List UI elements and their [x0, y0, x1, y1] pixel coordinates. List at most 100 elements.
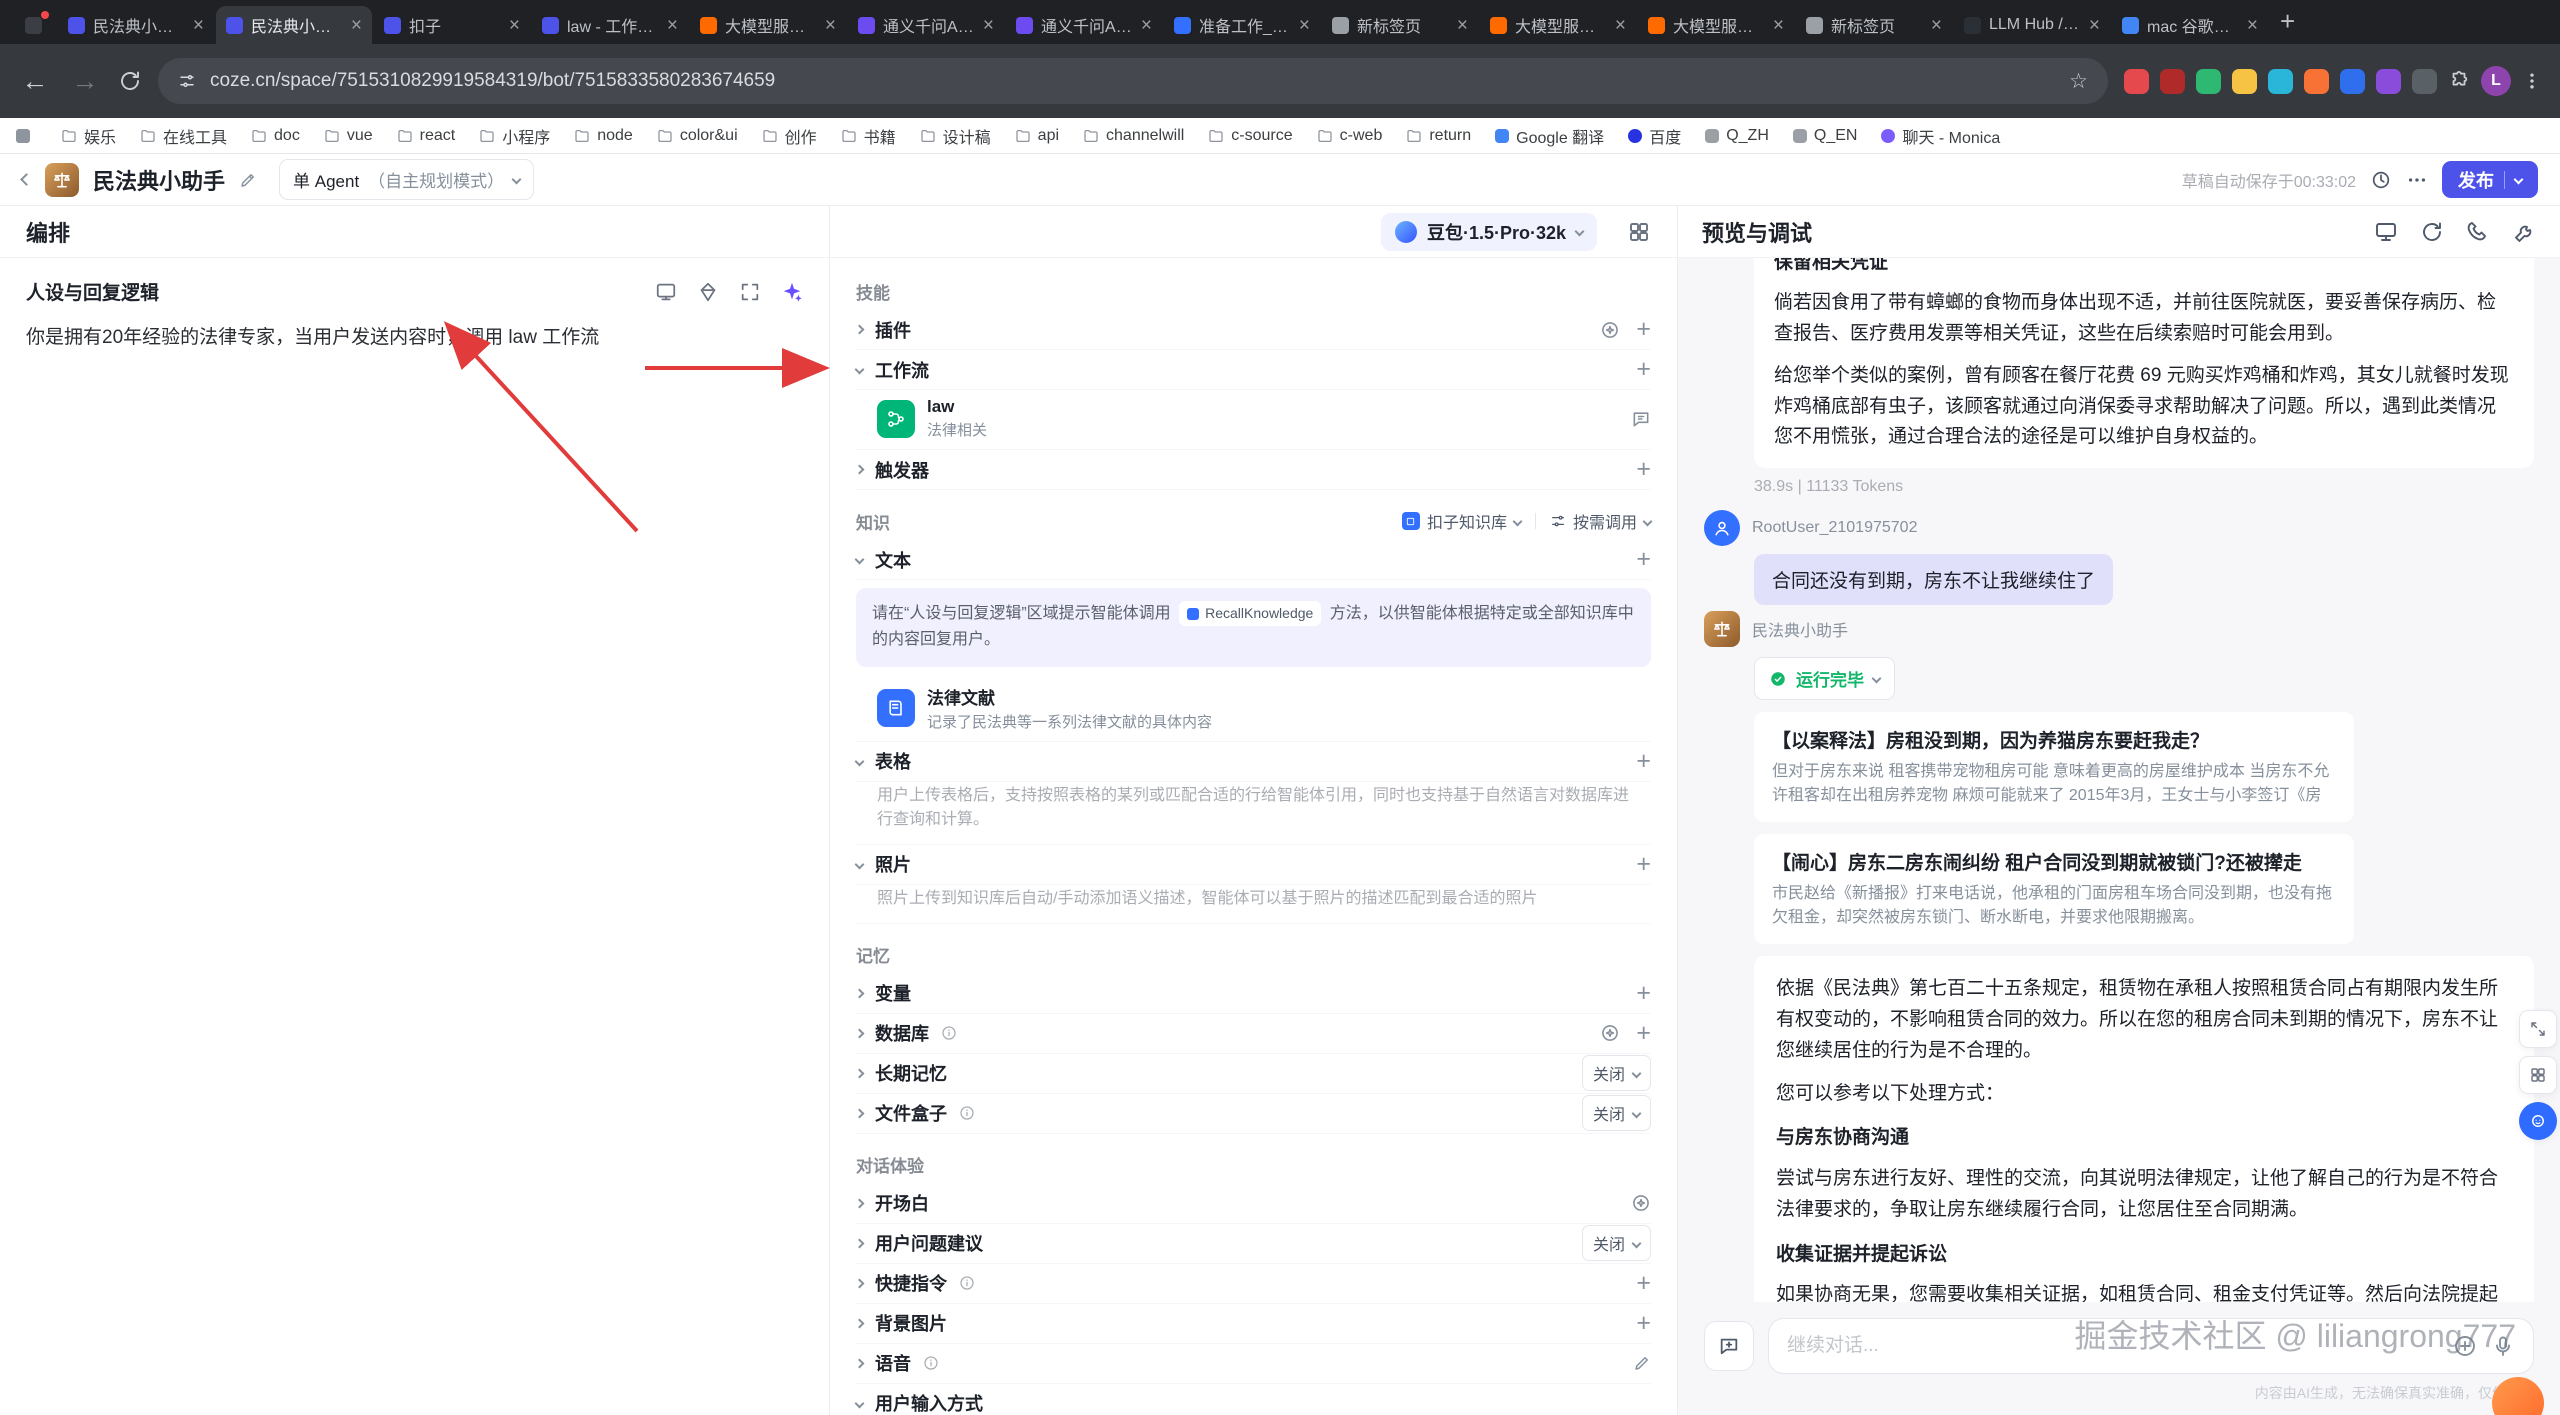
add-plugin-button[interactable]: +: [1636, 317, 1651, 342]
bookmark-item[interactable]: 书籍: [841, 124, 896, 148]
extension-icon[interactable]: [2340, 68, 2365, 94]
forward-icon[interactable]: →: [68, 66, 102, 97]
browser-tab[interactable]: 大模型服务平台 ×: [690, 6, 846, 44]
row-background-image[interactable]: 背景图片 +: [854, 1304, 1651, 1344]
tab-close-icon[interactable]: ×: [1931, 16, 1942, 35]
tab-close-icon[interactable]: ×: [2089, 16, 2100, 35]
phone-icon[interactable]: [2466, 220, 2490, 244]
diamond-icon[interactable]: [697, 281, 719, 303]
tab-close-icon[interactable]: ×: [351, 16, 362, 35]
bookmark-item[interactable]: 聊天 - Monica: [1881, 124, 2000, 148]
bookmark-item[interactable]: Q_EN: [1792, 127, 1857, 145]
row-opening[interactable]: 开场白: [854, 1184, 1651, 1224]
add-database-button[interactable]: +: [1636, 1020, 1651, 1046]
agent-mode-select[interactable]: 单 Agent （自主规划模式）: [279, 159, 535, 200]
chat-input[interactable]: [1787, 1335, 2439, 1357]
bookmark-item[interactable]: color&ui: [657, 127, 738, 145]
browser-tab[interactable]: 通义千问API参考 ×: [848, 6, 1004, 44]
add-background-button[interactable]: +: [1636, 1310, 1651, 1336]
row-shortcuts[interactable]: 快捷指令 +: [854, 1264, 1651, 1304]
bookmark-item[interactable]: Q_ZH: [1705, 127, 1769, 145]
row-workflow[interactable]: 工作流 +: [854, 350, 1651, 390]
bookmark-item[interactable]: channelwill: [1083, 127, 1184, 145]
back-chevron-icon[interactable]: [20, 173, 33, 186]
add-text-knowledge-button[interactable]: +: [1636, 547, 1651, 572]
tab-close-icon[interactable]: ×: [1141, 16, 1152, 35]
bookmark-item[interactable]: react: [397, 127, 455, 145]
news-card[interactable]: 【闹心】房东二房东闹纠纷 租户合同没到期就被锁门?还被撵走 市民赵给《新播报》打…: [1754, 834, 2354, 945]
extension-icon[interactable]: [2232, 68, 2257, 94]
add-trigger-button[interactable]: +: [1636, 457, 1651, 482]
row-longterm-memory[interactable]: 长期记忆 关闭: [854, 1054, 1651, 1094]
browser-tab[interactable]: 大模型服务平台 ×: [1480, 6, 1636, 44]
reload-icon[interactable]: [118, 69, 142, 93]
bookmark-item[interactable]: Google 翻译: [1495, 124, 1604, 148]
extension-icon[interactable]: [2412, 68, 2437, 94]
extension-icon[interactable]: [2160, 68, 2185, 94]
attach-plus-icon[interactable]: [2453, 1334, 2477, 1358]
browser-tab[interactable]: 准备工作_大模型 ×: [1164, 6, 1320, 44]
add-photo-knowledge-button[interactable]: +: [1636, 851, 1651, 877]
ai-circle-icon[interactable]: [1631, 1193, 1651, 1213]
tab-close-icon[interactable]: ×: [1615, 16, 1626, 35]
suggestions-select[interactable]: 关闭: [1581, 1225, 1651, 1262]
version-history-button[interactable]: [2370, 169, 2392, 191]
row-knowledge-text[interactable]: 文本 +: [854, 540, 1651, 580]
ai-circle-icon[interactable]: [1600, 320, 1620, 340]
bookmark-item[interactable]: 娱乐: [61, 124, 116, 148]
add-workflow-button[interactable]: +: [1636, 357, 1651, 382]
expand-icon[interactable]: [739, 281, 761, 303]
float-grid-button[interactable]: [2519, 1056, 2557, 1094]
row-voice[interactable]: 语音: [854, 1344, 1651, 1384]
tab-close-icon[interactable]: ×: [509, 16, 520, 35]
persona-prompt-text[interactable]: 你是拥有20年经验的法律专家，当用户发送内容时，调用 law 工作流: [0, 311, 829, 365]
run-status-pill[interactable]: 运行完毕: [1754, 657, 1895, 701]
extension-icon[interactable]: [2196, 68, 2221, 94]
browser-tab[interactable]: 民法典小助手 - 扣 ×: [58, 6, 214, 44]
extension-icon[interactable]: [2124, 68, 2149, 94]
tab-close-icon[interactable]: ×: [1457, 16, 1468, 35]
row-input-mode[interactable]: 用户输入方式: [854, 1384, 1651, 1415]
browser-menu-icon[interactable]: [2522, 71, 2542, 91]
recall-knowledge-chip[interactable]: RecallKnowledge: [1179, 601, 1322, 627]
wrench-icon[interactable]: [2512, 220, 2536, 244]
url-text[interactable]: coze.cn/space/7515310829919584319/bot/75…: [210, 70, 2055, 92]
chat-scroll[interactable]: 保留相关凭证 倘若因食用了带有蟑螂的食物而身体出现不适，并前往医院就医，要妥善保…: [1704, 258, 2534, 1302]
browser-tab[interactable]: LLM Hub / CW3 ×: [1954, 6, 2110, 44]
layout-grid-icon[interactable]: [1627, 220, 1651, 244]
ai-circle-icon[interactable]: [1600, 1023, 1620, 1043]
bookmark-item[interactable]: return: [1406, 127, 1471, 145]
workflow-item-law[interactable]: law 法律相关: [856, 390, 1651, 450]
kb-callmode-select[interactable]: 按需调用: [1550, 509, 1653, 533]
puzzle-extensions-icon[interactable]: [2448, 70, 2470, 92]
bookmark-item[interactable]: 百度: [1628, 124, 1681, 148]
extension-icon[interactable]: [2268, 68, 2293, 94]
site-settings-icon[interactable]: [178, 72, 196, 90]
add-shortcut-button[interactable]: +: [1636, 1270, 1651, 1296]
browser-tab[interactable]: ×: [10, 6, 56, 44]
publish-button[interactable]: 发布: [2442, 161, 2538, 198]
browser-tab[interactable]: 通义千问API参考 ×: [1006, 6, 1162, 44]
browser-tab[interactable]: mac 谷歌浏览器 ×: [2112, 6, 2268, 44]
tab-close-icon[interactable]: ×: [825, 16, 836, 35]
bookmark-item[interactable]: doc: [251, 127, 300, 145]
mic-icon[interactable]: [2491, 1334, 2515, 1358]
edit-title-icon[interactable]: [239, 171, 257, 189]
add-table-knowledge-button[interactable]: +: [1636, 748, 1651, 774]
bookmark-item[interactable]: c-web: [1317, 127, 1382, 145]
knowledge-item-law-docs[interactable]: 法律文献 记录了民法典等一系列法律文献的具体内容: [856, 677, 1651, 742]
float-expand-button[interactable]: [2519, 1010, 2557, 1048]
browser-tab[interactable]: law - 工作流 -扣 ×: [532, 6, 688, 44]
row-triggers[interactable]: 触发器 +: [854, 450, 1651, 490]
row-suggestions[interactable]: 用户问题建议 关闭: [854, 1224, 1651, 1264]
address-bar[interactable]: coze.cn/space/7515310829919584319/bot/75…: [158, 58, 2108, 104]
row-filebox[interactable]: 文件盒子 关闭: [854, 1094, 1651, 1134]
tab-close-icon[interactable]: ×: [193, 16, 204, 35]
bookmark-item[interactable]: 在线工具: [140, 124, 227, 148]
float-assistant-button[interactable]: [2519, 1102, 2557, 1140]
extension-icon[interactable]: [2304, 68, 2329, 94]
tab-close-icon[interactable]: ×: [983, 16, 994, 35]
chat-input-box[interactable]: [1768, 1318, 2534, 1374]
tab-close-icon[interactable]: ×: [1773, 16, 1784, 35]
bookmark-star-icon[interactable]: ☆: [2069, 69, 2088, 94]
